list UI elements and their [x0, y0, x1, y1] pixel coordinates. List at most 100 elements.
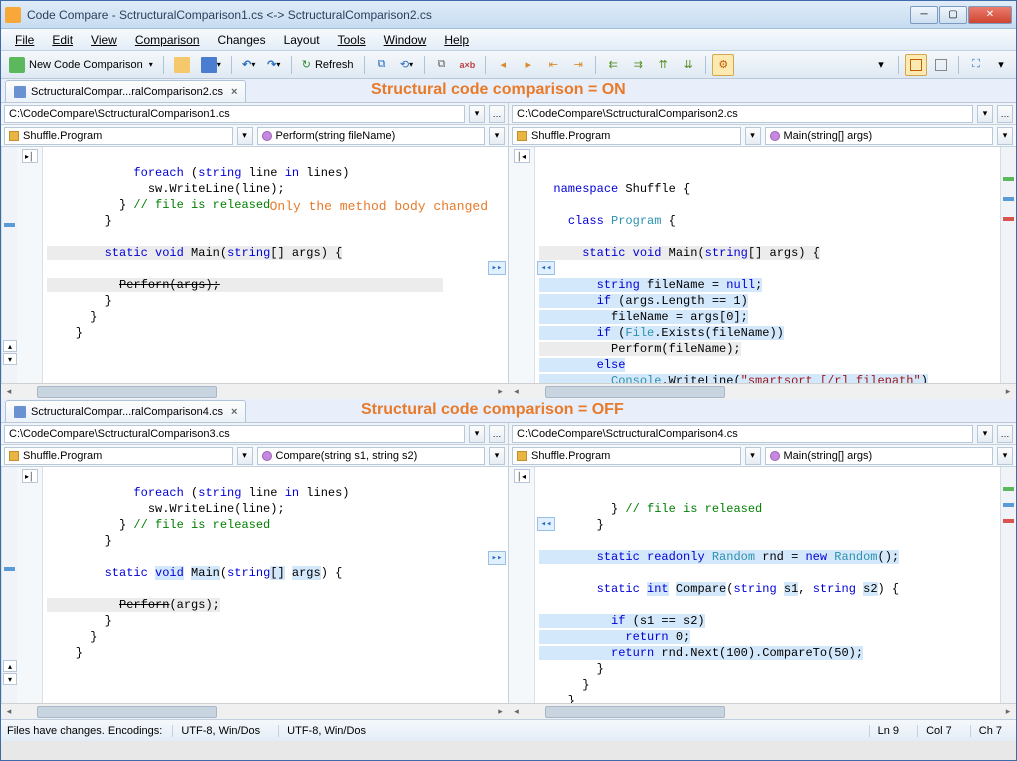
options-dropdown[interactable]: ▾: [870, 54, 892, 76]
prev-diff-button[interactable]: ◂: [492, 54, 514, 76]
maximize-button[interactable]: ▢: [939, 6, 967, 24]
inline-view-button[interactable]: [930, 54, 952, 76]
right-minimap[interactable]: [1000, 147, 1016, 383]
left-path-browse[interactable]: …: [489, 425, 505, 443]
scroll-up-button[interactable]: ▴: [3, 660, 17, 672]
left-path-dropdown[interactable]: ▾: [469, 425, 485, 443]
save-button[interactable]: ▾: [197, 54, 225, 76]
right-file-path[interactable]: [512, 425, 973, 443]
right-class-dropdown[interactable]: ▾: [745, 127, 761, 145]
refresh-button[interactable]: ↻Refresh: [298, 54, 358, 76]
menu-view[interactable]: View: [83, 31, 125, 49]
merge-right-button[interactable]: ⇉: [627, 54, 649, 76]
merge-left-button[interactable]: ⇇: [602, 54, 624, 76]
merge-down-button[interactable]: ⇊: [677, 54, 699, 76]
scroll-down-button[interactable]: ▾: [3, 673, 17, 685]
tab-label: SctructuralCompar...ralComparison4.cs: [31, 406, 223, 418]
left-code-pane-bottom: ▸│ ▴ ▾ foreach (string line in lines) sw…: [1, 467, 509, 703]
left-class-selector[interactable]: Shuffle.Program: [4, 447, 233, 465]
undo-button[interactable]: ↶▾: [238, 54, 260, 76]
right-method-dropdown[interactable]: ▾: [997, 447, 1013, 465]
right-path-dropdown[interactable]: ▾: [977, 105, 993, 123]
menu-changes[interactable]: Changes: [210, 31, 274, 49]
left-method-dropdown[interactable]: ▾: [489, 447, 505, 465]
menu-comparison[interactable]: Comparison: [127, 31, 208, 49]
left-code-body[interactable]: foreach (string line in lines) sw.WriteL…: [43, 467, 508, 703]
left-path-browse[interactable]: …: [489, 105, 505, 123]
right-path-browse[interactable]: …: [997, 425, 1013, 443]
tab-close-icon[interactable]: ×: [231, 86, 237, 98]
left-class-dropdown[interactable]: ▾: [237, 447, 253, 465]
menu-edit[interactable]: Edit: [44, 31, 81, 49]
minimize-button[interactable]: ─: [910, 6, 938, 24]
left-file-path[interactable]: [4, 425, 465, 443]
copy-right-arrow[interactable]: ▸▸: [488, 551, 506, 565]
toolbar: New Code Comparison▾ ▾ ↶▾ ↷▾ ↻Refresh ⧉ …: [1, 51, 1016, 79]
nav-row-bottom: Shuffle.Program ▾ Compare(string s1, str…: [1, 445, 1016, 467]
reload-files-button[interactable]: ⟲▾: [396, 54, 418, 76]
first-diff-button[interactable]: ⇤: [542, 54, 564, 76]
right-minimap[interactable]: [1000, 467, 1016, 703]
next-diff-button[interactable]: ▸: [517, 54, 539, 76]
right-class-selector[interactable]: Shuffle.Program: [512, 447, 741, 465]
right-h-scrollbar[interactable]: ◂▸: [509, 383, 1017, 399]
right-class-dropdown[interactable]: ▾: [745, 447, 761, 465]
merge-up-button[interactable]: ⇈: [652, 54, 674, 76]
status-line: Ln 9: [869, 725, 907, 737]
copy-left-arrow[interactable]: ◂◂: [537, 261, 555, 275]
menu-layout[interactable]: Layout: [276, 31, 328, 49]
collapse-button[interactable]: ▸│: [22, 469, 38, 483]
menu-window[interactable]: Window: [376, 31, 435, 49]
top-comparison-panel: SctructuralCompar...ralComparison2.cs × …: [1, 79, 1016, 399]
right-method-selector[interactable]: Main(string[] args): [765, 127, 994, 145]
left-path-dropdown[interactable]: ▾: [469, 105, 485, 123]
status-ch: Ch 7: [970, 725, 1010, 737]
copy-right-arrow[interactable]: ▸▸: [488, 261, 506, 275]
tab-close-icon[interactable]: ×: [231, 406, 237, 418]
right-h-scrollbar[interactable]: ◂▸: [509, 703, 1017, 719]
left-method-selector[interactable]: Compare(string s1, string s2): [257, 447, 486, 465]
window-sync-button[interactable]: ⧉: [371, 54, 393, 76]
scroll-up-button[interactable]: ▴: [3, 340, 17, 352]
right-file-path[interactable]: [512, 105, 973, 123]
right-code-body[interactable]: ◂◂ namespace Shuffle { class Program { s…: [535, 147, 1000, 383]
collapse-button[interactable]: ▸│: [22, 149, 38, 163]
copy-button[interactable]: ⧉: [431, 54, 453, 76]
right-gutter: │◂: [509, 147, 535, 383]
left-method-selector[interactable]: Perform(string fileName): [257, 127, 486, 145]
menubar: File Edit View Comparison Changes Layout…: [1, 29, 1016, 51]
expand-button[interactable]: ⛶: [965, 54, 987, 76]
scroll-down-button[interactable]: ▾: [3, 353, 17, 365]
tab-top[interactable]: SctructuralCompar...ralComparison2.cs ×: [5, 80, 246, 102]
status-encoding-right: UTF-8, Win/Dos: [278, 725, 374, 737]
right-method-dropdown[interactable]: ▾: [997, 127, 1013, 145]
left-class-dropdown[interactable]: ▾: [237, 127, 253, 145]
left-file-path[interactable]: [4, 105, 465, 123]
structural-compare-toggle[interactable]: ⚙: [712, 54, 734, 76]
last-diff-button[interactable]: ⇥: [567, 54, 589, 76]
close-button[interactable]: ✕: [968, 6, 1012, 24]
left-class-selector[interactable]: Shuffle.Program: [4, 127, 233, 145]
redo-button[interactable]: ↷▾: [263, 54, 285, 76]
more-dropdown[interactable]: ▾: [990, 54, 1012, 76]
side-by-side-button[interactable]: [905, 54, 927, 76]
word-diff-button[interactable]: a×b: [456, 54, 480, 76]
tab-bottom[interactable]: SctructuralCompar...ralComparison4.cs ×: [5, 400, 246, 422]
new-comparison-button[interactable]: New Code Comparison▾: [5, 54, 157, 76]
right-class-selector[interactable]: Shuffle.Program: [512, 127, 741, 145]
left-h-scrollbar[interactable]: ◂▸: [1, 703, 509, 719]
collapse-button[interactable]: │◂: [514, 149, 530, 163]
menu-help[interactable]: Help: [436, 31, 477, 49]
open-button[interactable]: [170, 54, 194, 76]
collapse-button[interactable]: │◂: [514, 469, 530, 483]
left-h-scrollbar[interactable]: ◂▸: [1, 383, 509, 399]
menu-tools[interactable]: Tools: [330, 31, 374, 49]
right-path-dropdown[interactable]: ▾: [977, 425, 993, 443]
menu-file[interactable]: File: [7, 31, 42, 49]
copy-left-arrow[interactable]: ◂◂: [537, 517, 555, 531]
right-method-selector[interactable]: Main(string[] args): [765, 447, 994, 465]
left-code-body[interactable]: foreach (string line in lines) sw.WriteL…: [43, 147, 508, 383]
left-method-dropdown[interactable]: ▾: [489, 127, 505, 145]
right-code-body[interactable]: ◂◂ } // file is released } static readon…: [535, 467, 1000, 703]
right-path-browse[interactable]: …: [997, 105, 1013, 123]
